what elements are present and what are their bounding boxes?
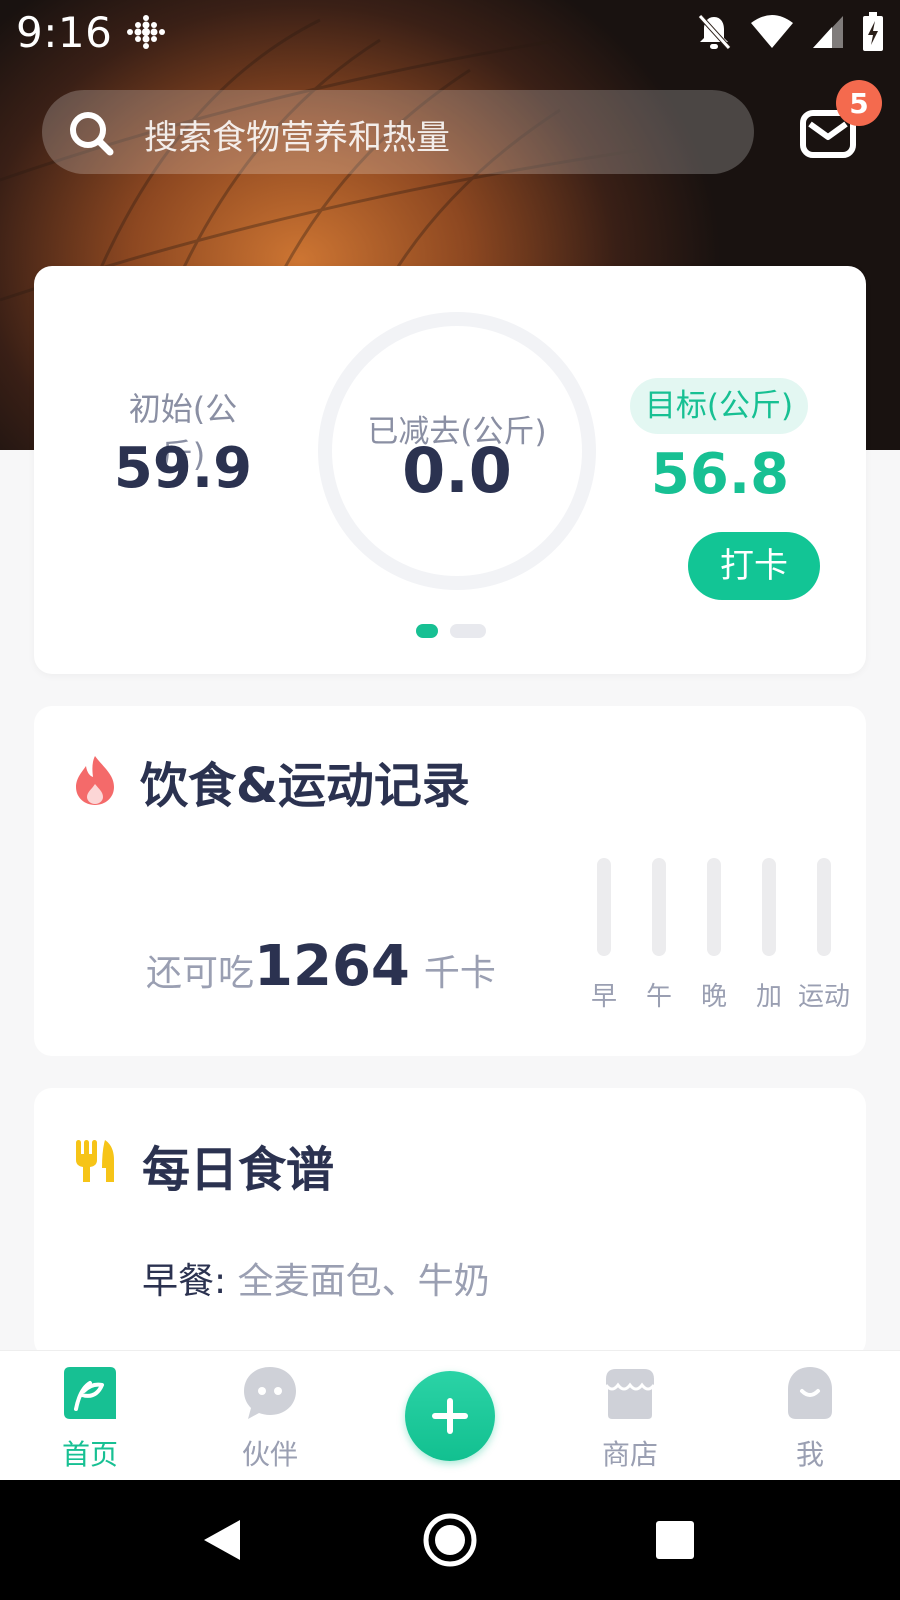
bar-breakfast: [597, 858, 611, 956]
remaining-prefix: 还可吃: [146, 953, 255, 994]
lost-weight-value: 0.0: [402, 434, 512, 507]
bar-exercise: [817, 858, 831, 956]
remaining-calories: 还可吃1264 千卡: [146, 934, 496, 999]
recents-icon[interactable]: [656, 1521, 694, 1559]
search-input[interactable]: 搜索食物营养和热量: [144, 110, 450, 159]
status-time: 9:16: [16, 8, 113, 57]
diet-section-title: 饮食&运动记录: [140, 758, 470, 814]
fire-icon: [76, 756, 114, 805]
system-nav-bar: [0, 1480, 900, 1600]
pager-dot-active[interactable]: [416, 624, 438, 638]
fork-knife-icon: [76, 1140, 114, 1182]
card-pager: [416, 624, 496, 640]
add-record-button[interactable]: [405, 1371, 495, 1461]
wifi-icon: [751, 15, 793, 48]
kcal-unit: 千卡: [423, 953, 496, 994]
pager-dot[interactable]: [450, 624, 486, 638]
meal-bars: 早 午 晚 加 运动: [554, 858, 850, 1018]
nav-label-store: 商店: [601, 1438, 658, 1471]
back-icon[interactable]: [204, 1520, 240, 1560]
diet-exercise-card[interactable]: 饮食&运动记录 还可吃1264 千卡 早 午 晚 加 运动: [34, 706, 866, 1056]
nav-item-home[interactable]: 首页: [30, 1351, 150, 1481]
nav-label-home: 首页: [61, 1438, 118, 1471]
battery-charging-icon: [863, 12, 883, 51]
initial-weight-value: 59.9: [113, 436, 253, 501]
search-icon: [70, 112, 114, 156]
target-weight-value: 56.8: [650, 442, 790, 507]
search-bar[interactable]: 搜索食物营养和热量: [42, 90, 754, 174]
bar-label-breakfast: 早: [590, 982, 617, 1012]
bar-lunch: [652, 858, 666, 956]
nav-label-me: 我: [795, 1438, 824, 1471]
checkin-button[interactable]: 打卡: [688, 532, 820, 600]
app-screen: 9:16 搜索食物营养和热量 5 初始(公斤) 59.9 已减去(公斤) 0.0…: [0, 0, 900, 1600]
recipe-section-title: 每日食谱: [142, 1142, 335, 1198]
nav-label-partner: 伙伴: [241, 1438, 298, 1471]
status-bar: 9:16: [0, 0, 900, 64]
nav-item-partner[interactable]: 伙伴: [210, 1351, 330, 1481]
message-badge: 5: [836, 80, 882, 126]
bar-label-lunch: 午: [645, 982, 672, 1012]
leaf-home-icon: [64, 1367, 116, 1419]
bar-label-exercise: 运动: [797, 982, 850, 1012]
bar-label-snack: 加: [755, 982, 782, 1012]
bar-label-dinner: 晚: [700, 982, 727, 1012]
meal-label: 早餐:: [142, 1261, 227, 1302]
plus-icon: [432, 1398, 468, 1434]
remaining-kcal-value: 1264: [254, 934, 410, 999]
home-icon-inner: [435, 1525, 465, 1555]
notifications-off-icon: [698, 14, 731, 50]
system-nav-buttons: [204, 1513, 694, 1567]
bar-dinner: [707, 858, 721, 956]
cell-signal-icon: [813, 16, 843, 48]
bar-snack: [762, 858, 776, 956]
daily-recipe-card[interactable]: 每日食谱 早餐: 全麦面包、牛奶: [34, 1088, 866, 1358]
store-icon: [604, 1369, 656, 1419]
recipe-breakfast: 早餐: 全麦面包、牛奶: [142, 1252, 490, 1304]
meal-items: 全麦面包、牛奶: [226, 1261, 490, 1302]
fitbit-icon: [127, 15, 165, 49]
bottom-nav: 首页 伙伴 商店 我: [0, 1350, 900, 1480]
target-weight-label: 目标(公斤): [630, 378, 808, 434]
status-icons: [696, 10, 884, 54]
chat-bubble-icon: [244, 1367, 296, 1419]
nav-item-me[interactable]: 我: [750, 1351, 870, 1481]
nav-item-store[interactable]: 商店: [570, 1351, 690, 1481]
person-icon: [788, 1367, 832, 1419]
weight-card: 初始(公斤) 59.9 已减去(公斤) 0.0 目标(公斤) 56.8 打卡: [34, 266, 866, 674]
